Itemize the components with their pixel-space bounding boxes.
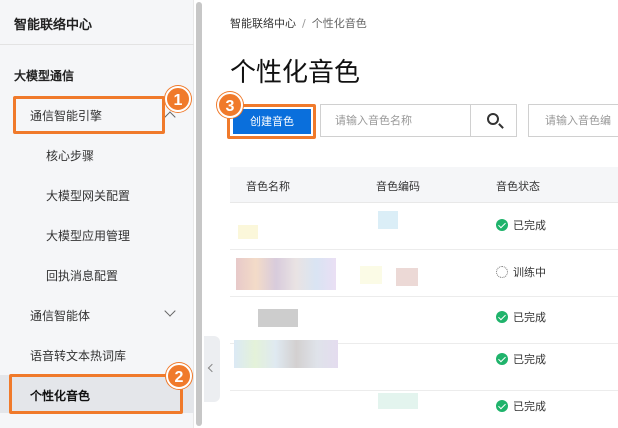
callout-box-2 [9,374,183,414]
page-title: 个性化音色 [230,58,361,88]
redacted-code [396,268,418,286]
sidebar-item-comm-agent[interactable]: 通信智能体 [30,307,90,324]
column-header-voice-status: 音色状态 [496,180,540,193]
table-row: 已完成 [230,391,618,428]
sidebar-item-gateway-config[interactable]: 大模型网关配置 [46,187,130,204]
redacted-name [258,309,298,327]
sidebar-item-hotword-library[interactable]: 语音转文本热词库 [30,347,126,364]
callout-box-1 [13,96,165,134]
redacted-name [234,340,338,368]
redacted-code [360,266,382,284]
check-circle-icon [496,219,508,231]
table-row: 已完成 [230,340,618,391]
sidebar-scrollbar[interactable] [194,0,204,428]
chevron-left-icon [207,363,217,373]
chevron-up-icon[interactable] [164,111,176,123]
chevron-down-icon[interactable] [164,305,176,317]
voice-code-search-input[interactable]: 请输入音色编 [528,104,618,137]
create-voice-button[interactable]: 创建音色 [233,109,311,134]
callout-badge-2: 2 [166,363,192,389]
breadcrumb: 智能联络中心 / 个性化音色 [230,15,367,31]
breadcrumb-current: 个性化音色 [311,17,367,30]
table-row: 已完成 [230,297,618,344]
voice-name-search-input[interactable]: 请输入音色名称 [320,104,470,137]
callout-badge-1: 1 [165,86,191,112]
check-circle-icon [496,311,508,323]
scrollbar-thumb[interactable] [196,2,202,426]
table-row: 已完成 [230,203,618,250]
table-header: 音色名称 音色编码 音色状态 [230,167,618,203]
table-row: 训练中 [230,250,618,297]
sidebar-item-core-steps[interactable]: 核心步骤 [46,147,94,164]
status-badge: 已完成 [496,398,546,414]
sidebar: 智能联络中心 大模型通信 通信智能引擎 核心步骤 大模型网关配置 大模型应用管理… [0,0,194,428]
sidebar-title: 智能联络中心 [14,18,93,33]
breadcrumb-root[interactable]: 智能联络中心 [230,17,296,30]
column-header-voice-code: 音色编码 [376,180,420,193]
status-badge: 已完成 [496,351,546,367]
status-badge: 已完成 [496,309,546,325]
loading-icon [496,266,508,278]
redacted-code [378,211,398,229]
search-button[interactable] [470,104,517,137]
redacted-name [236,258,336,290]
redacted-name [238,225,258,239]
search-icon [487,113,499,125]
status-badge: 训练中 [496,264,546,280]
breadcrumb-separator: / [302,17,306,30]
sidebar-collapse-handle[interactable] [204,336,220,402]
sidebar-item-receipt-config[interactable]: 回执消息配置 [46,267,118,284]
check-circle-icon [496,400,508,412]
sidebar-item-app-management[interactable]: 大模型应用管理 [46,227,130,244]
sidebar-divider [0,44,194,45]
status-badge: 已完成 [496,217,546,233]
redacted-code [378,393,418,409]
callout-badge-3: 3 [217,92,243,118]
column-header-voice-name: 音色名称 [246,180,290,193]
check-circle-icon [496,353,508,365]
sidebar-section-title: 大模型通信 [14,69,75,83]
